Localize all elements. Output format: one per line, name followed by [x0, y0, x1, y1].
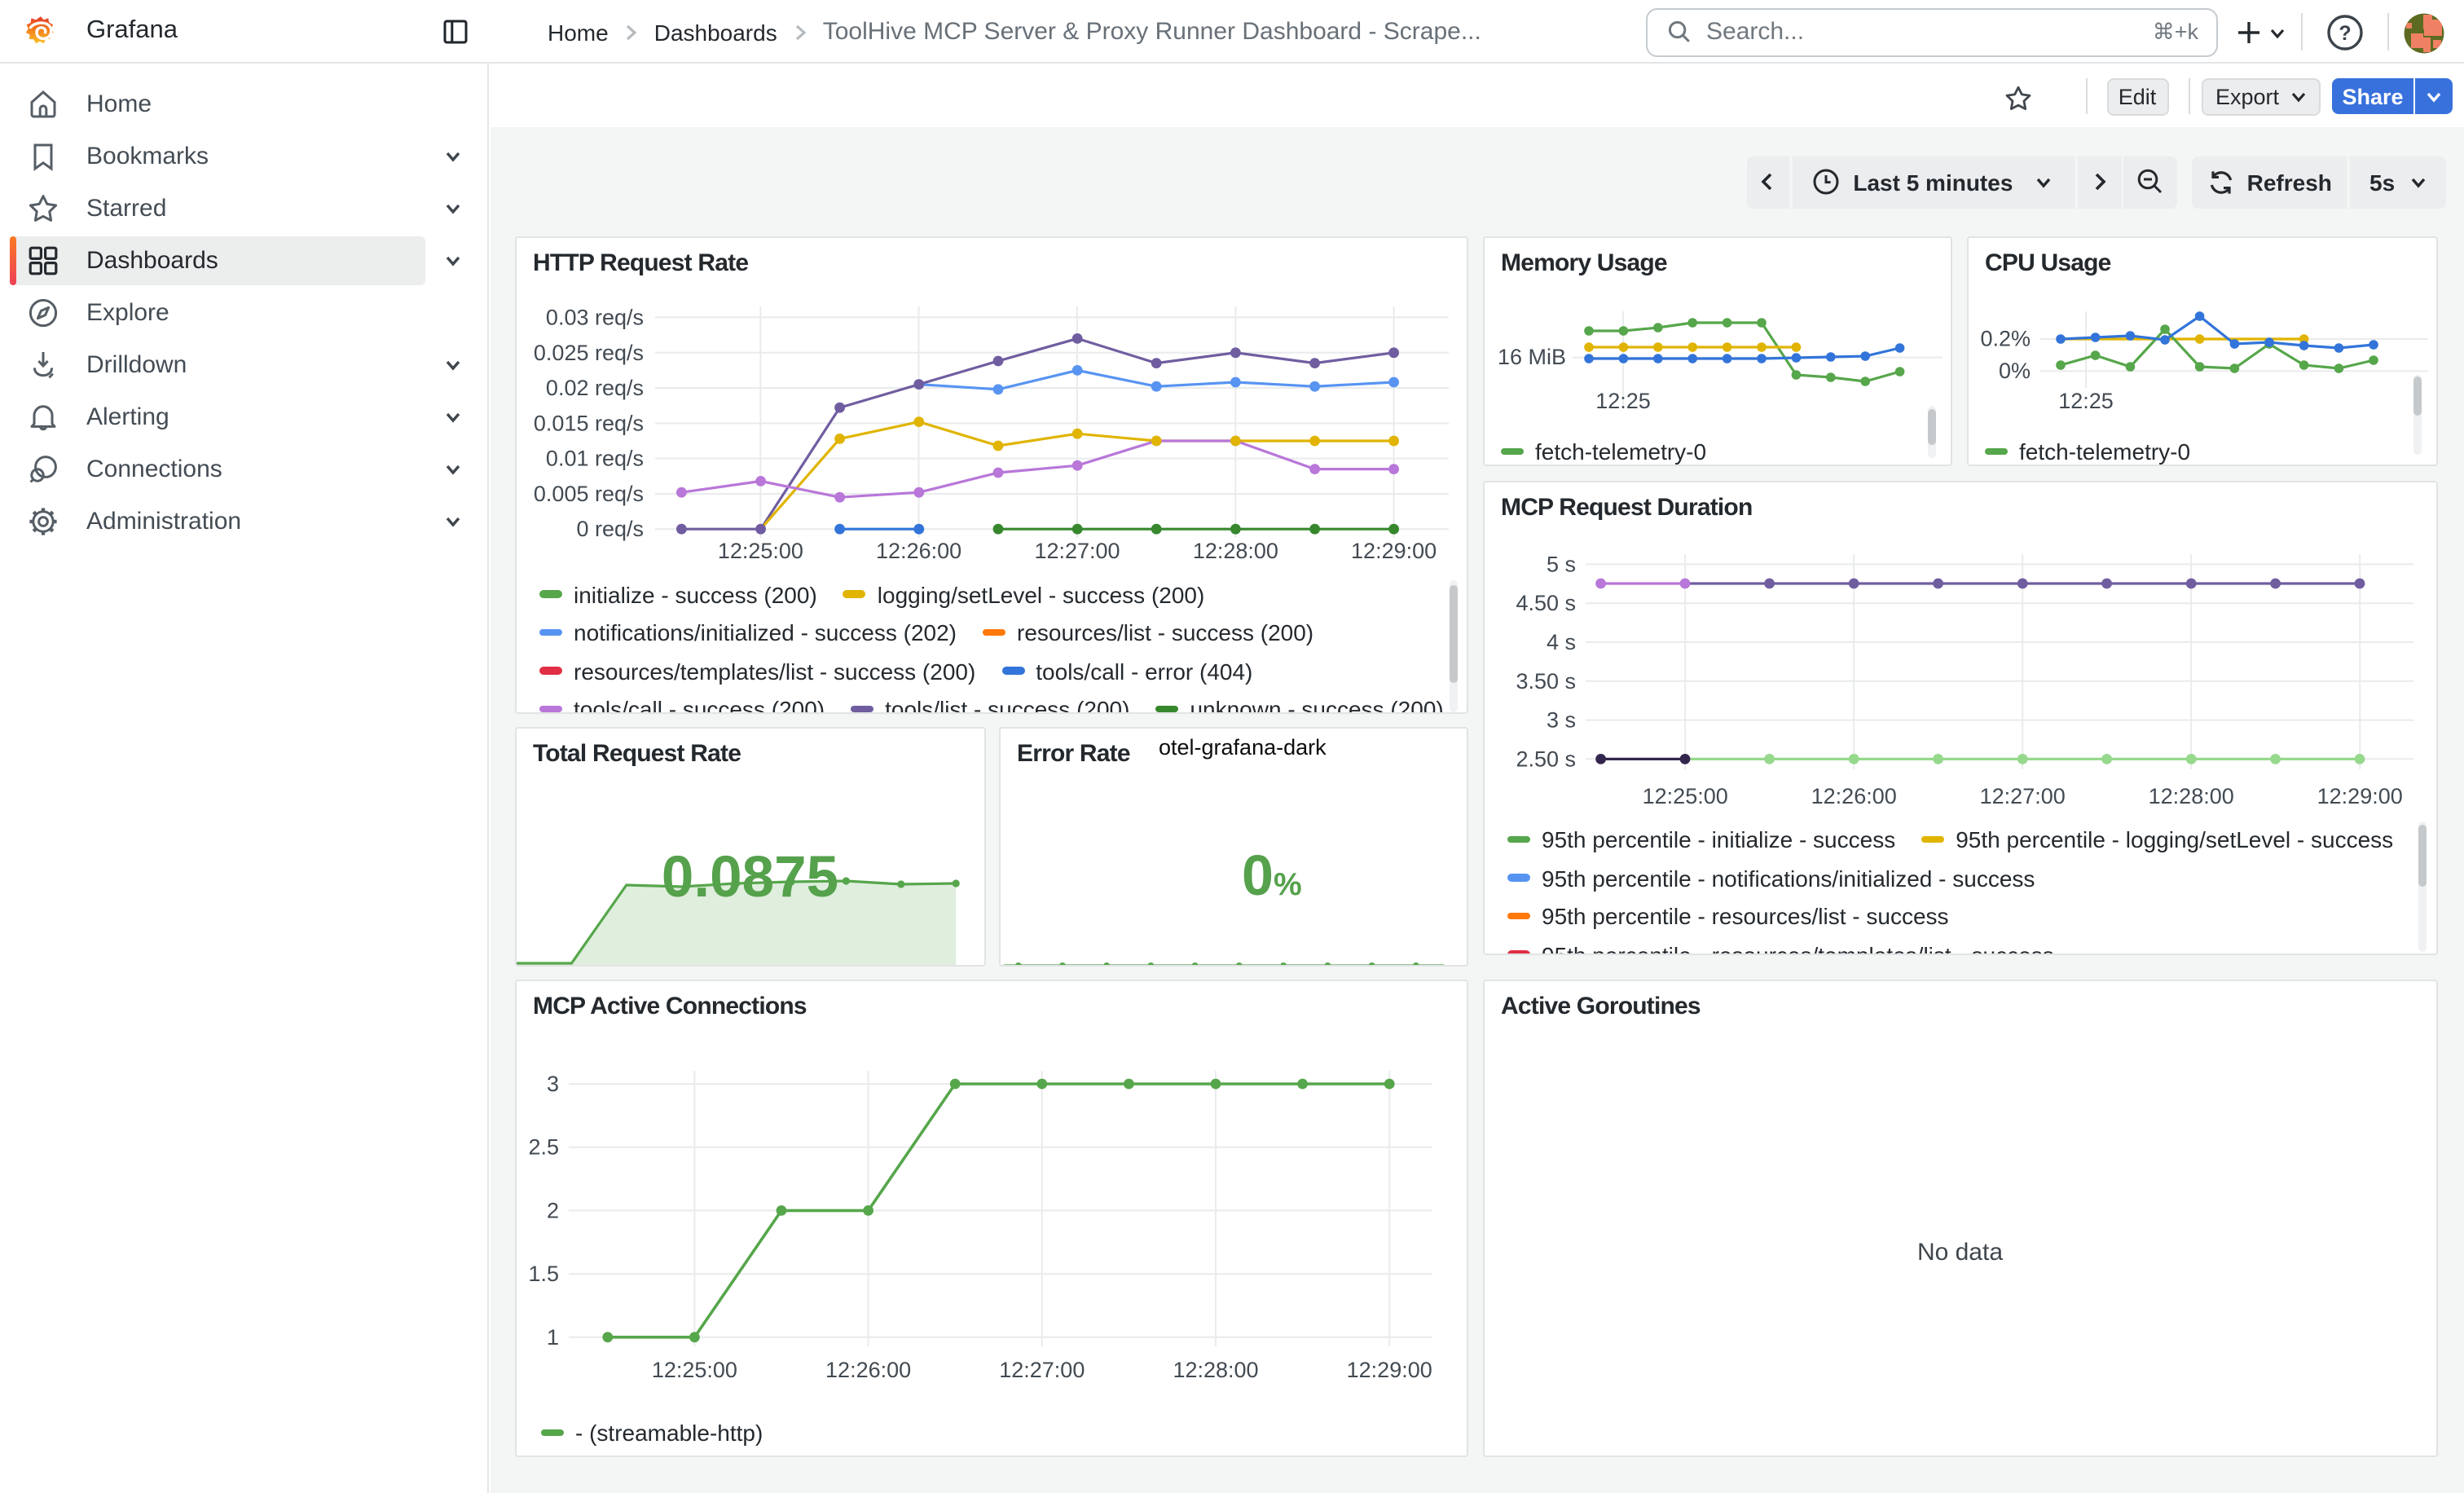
svg-text:2.50 s: 2.50 s	[1516, 746, 1576, 770]
svg-text:12:29:00: 12:29:00	[2317, 783, 2403, 808]
svg-text:12:28:00: 12:28:00	[1193, 539, 1278, 563]
svg-text:12:25: 12:25	[1595, 389, 1651, 413]
svg-text:12:29:00: 12:29:00	[1351, 539, 1437, 563]
svg-text:12:25:00: 12:25:00	[718, 539, 803, 563]
svg-text:12:25:00: 12:25:00	[652, 1359, 737, 1383]
svg-text:0.03 req/s: 0.03 req/s	[546, 305, 644, 329]
svg-text:4.50 s: 4.50 s	[1516, 590, 1576, 614]
svg-text:0.2%: 0.2%	[1980, 326, 2031, 350]
svg-text:0.025 req/s: 0.025 req/s	[534, 341, 644, 365]
svg-text:0.015 req/s: 0.015 req/s	[534, 411, 644, 435]
svg-text:5 s: 5 s	[1547, 551, 1576, 575]
svg-text:3.50 s: 3.50 s	[1516, 668, 1576, 693]
svg-text:1: 1	[547, 1326, 559, 1350]
svg-text:0.01 req/s: 0.01 req/s	[546, 447, 644, 471]
svg-text:12:27:00: 12:27:00	[1980, 783, 2066, 808]
svg-text:12:26:00: 12:26:00	[1811, 783, 1897, 808]
svg-text:2.5: 2.5	[528, 1135, 559, 1160]
svg-text:12:27:00: 12:27:00	[999, 1359, 1085, 1383]
svg-text:12:26:00: 12:26:00	[876, 539, 961, 563]
svg-text:0.005 req/s: 0.005 req/s	[534, 482, 644, 506]
svg-text:1.5: 1.5	[528, 1262, 559, 1287]
svg-text:12:25: 12:25	[2058, 389, 2114, 413]
svg-text:12:27:00: 12:27:00	[1034, 539, 1120, 563]
svg-text:0%: 0%	[1999, 359, 2031, 383]
svg-text:12:26:00: 12:26:00	[825, 1359, 911, 1383]
svg-text:2: 2	[547, 1199, 559, 1223]
svg-text:4 s: 4 s	[1547, 629, 1576, 654]
svg-text:12:28:00: 12:28:00	[1173, 1359, 1258, 1383]
svg-text:3: 3	[547, 1072, 559, 1097]
svg-text:12:29:00: 12:29:00	[1347, 1359, 1432, 1383]
svg-text:12:28:00: 12:28:00	[2149, 783, 2234, 808]
svg-text:3 s: 3 s	[1547, 707, 1576, 732]
svg-text:0 req/s: 0 req/s	[576, 517, 644, 541]
svg-text:0.02 req/s: 0.02 req/s	[546, 376, 644, 400]
svg-text:16 MiB: 16 MiB	[1498, 345, 1566, 369]
svg-text:12:25:00: 12:25:00	[1643, 783, 1728, 808]
svg-text:?: ?	[2339, 22, 2351, 45]
